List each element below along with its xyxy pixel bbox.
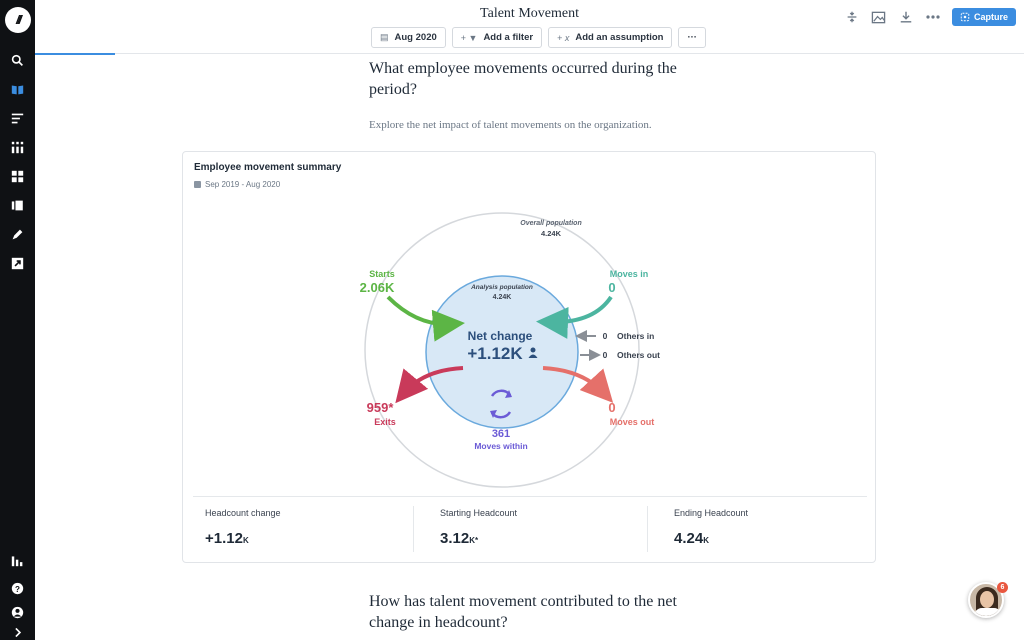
others-out-label: Others out <box>617 350 660 360</box>
stat-value: 3.12K* <box>440 530 479 547</box>
others-in-value: 0 <box>603 331 608 341</box>
moves-out-label: Moves out <box>610 417 655 427</box>
date-chip-label: Aug 2020 <box>394 32 437 43</box>
capture-button[interactable]: Capture <box>951 8 1016 26</box>
scroll-progress-bar <box>35 53 115 55</box>
avatar-shirt <box>974 608 1002 616</box>
add-filter-label: Add a filter <box>483 32 534 43</box>
net-change-value: +1.12K <box>467 344 523 363</box>
app-logo[interactable]: /// <box>5 7 31 33</box>
exits-label: Exits <box>374 417 396 427</box>
stat-value: 4.24K <box>674 530 709 547</box>
add-assumption-label: Add an assumption <box>575 32 664 43</box>
add-assumption-chip[interactable]: + x Add an assumption <box>548 27 673 48</box>
chat-notification-badge: 6 <box>997 582 1008 593</box>
overall-population-label: Overall population <box>520 220 581 227</box>
moves-in-value: 0 <box>608 280 615 295</box>
user-icon[interactable] <box>9 604 25 620</box>
stat-value: +1.12K <box>205 530 249 547</box>
others-in-label: Others in <box>617 331 654 341</box>
stat-label: Starting Headcount <box>440 508 518 518</box>
dashboard-icon[interactable] <box>9 168 25 184</box>
cards-icon[interactable] <box>9 197 25 213</box>
add-filter-chip[interactable]: + ▼ Add a filter <box>451 27 543 48</box>
grid-icon[interactable] <box>9 139 25 155</box>
list-icon[interactable] <box>9 110 25 126</box>
variable-icon: + x <box>557 32 570 43</box>
date-chip[interactable]: ▤ Aug 2020 <box>371 27 446 48</box>
image-icon[interactable] <box>871 9 887 25</box>
ending-headcount-stat: Ending Headcount 4.24K <box>674 508 748 554</box>
stat-separator <box>647 506 648 552</box>
section-question: What employee movements occurred during … <box>369 60 677 98</box>
starting-headcount-stat: Starting Headcount 3.12K* <box>440 508 517 554</box>
exits-value: 959* <box>367 400 395 415</box>
top-actions: Capture <box>844 8 1016 26</box>
collapse-icon[interactable] <box>844 9 860 25</box>
sidebar: /// ? <box>0 0 35 640</box>
stat-label: Headcount change <box>205 508 281 518</box>
book-icon[interactable] <box>9 81 25 97</box>
overall-population-value: 4.24K <box>541 229 562 238</box>
card-divider <box>193 496 867 497</box>
stat-separator <box>413 506 414 552</box>
filter-icon: + ▼ <box>460 32 478 43</box>
starts-label: Starts <box>369 269 395 279</box>
section-subtitle: Explore the net impact of talent movemen… <box>369 119 652 131</box>
analysis-population-value: 4.24K <box>493 294 512 301</box>
stat-label: Ending Headcount <box>674 508 749 518</box>
help-icon[interactable]: ? <box>9 580 25 596</box>
more-icon: ··· <box>687 32 697 43</box>
headcount-change-stat: Headcount change +1.12K <box>205 508 281 554</box>
logo-mark-icon: /// <box>15 13 22 27</box>
more-chip[interactable]: ··· <box>678 27 706 48</box>
others-out-value: 0 <box>603 350 608 360</box>
external-link-icon[interactable] <box>9 255 25 271</box>
expand-chevron-icon[interactable] <box>9 624 25 640</box>
capture-label: Capture <box>973 12 1008 22</box>
capture-icon <box>960 12 970 22</box>
moves-within-label: Moves within <box>474 441 527 451</box>
filter-chips: ▤ Aug 2020 + ▼ Add a filter + x Add an a… <box>371 27 706 48</box>
pen-icon[interactable] <box>9 226 25 242</box>
svg-text:?: ? <box>15 584 20 593</box>
top-bar: Talent Movement ▤ Aug 2020 + ▼ Add a fil… <box>35 0 1024 54</box>
moves-out-value: 0 <box>608 400 615 415</box>
movement-summary-card: Employee movement summary Sep 2019 - Aug… <box>182 151 876 563</box>
download-icon[interactable] <box>898 9 914 25</box>
analysis-population-label: Analysis population <box>470 284 533 291</box>
section-question-2: How has talent movement contributed to t… <box>369 593 677 631</box>
moves-in-label: Moves in <box>610 269 649 279</box>
movement-diagram: Overall population 4.24K Analysis popula… <box>360 212 660 488</box>
avatar-face <box>980 591 994 608</box>
calendar-icon: ▤ <box>380 32 389 42</box>
more-options-icon[interactable] <box>925 9 941 25</box>
net-change-label: Net change <box>468 329 533 343</box>
moves-within-value: 361 <box>492 428 510 440</box>
bar-chart-icon[interactable] <box>9 552 25 568</box>
starts-value: 2.06K <box>360 280 395 295</box>
search-icon[interactable] <box>9 52 25 68</box>
